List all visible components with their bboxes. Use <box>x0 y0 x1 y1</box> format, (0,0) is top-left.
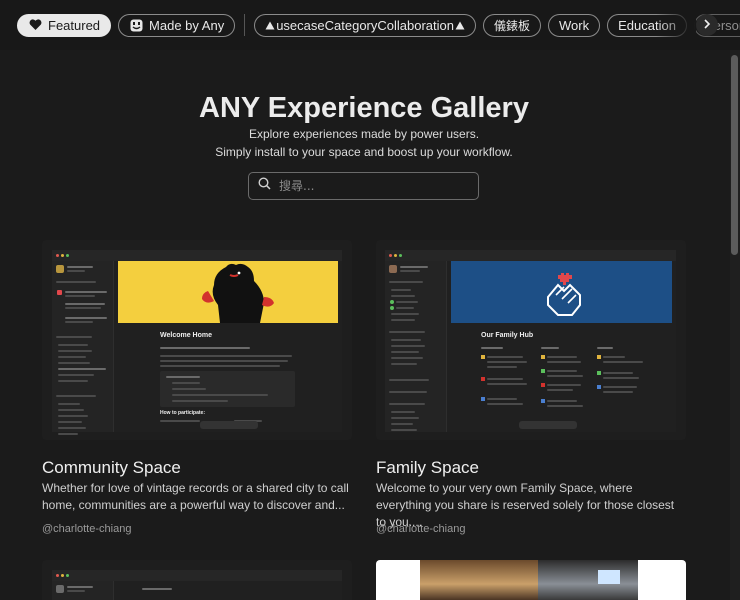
monitor-screen <box>598 570 620 584</box>
page-subtitle: Explore experiences made by power users. <box>248 127 480 141</box>
card-title[interactable]: Community Space <box>42 458 181 478</box>
preview-column <box>541 347 591 421</box>
filter-bar-fade <box>656 0 696 50</box>
room-photo <box>420 560 538 600</box>
card-thumbnail-family-space[interactable]: Our Family Hub <box>376 240 686 440</box>
preview-sidebar <box>52 261 114 435</box>
preview-window-bar <box>385 250 676 261</box>
preview-sidebar <box>52 581 114 600</box>
app-preview: Our Family Hub <box>385 250 676 432</box>
category-filter-bar: Featured Made by Any usecaseCategoryColl… <box>0 0 740 50</box>
filter-chip-label: 儀錶板 <box>493 18 530 33</box>
warning-icon <box>455 18 465 32</box>
chevron-right-icon <box>703 16 711 34</box>
bear-illustration <box>202 263 274 323</box>
preview-window-bar <box>52 570 342 581</box>
preview-cover-banner <box>451 261 672 323</box>
card-author[interactable]: @charlotte-chiang <box>376 523 465 535</box>
preview-subheading: How to participate: <box>160 410 206 416</box>
card-author[interactable]: @charlotte-chiang <box>42 523 131 535</box>
app-preview <box>52 570 342 600</box>
preview-column <box>481 347 531 421</box>
filter-chip-label: Featured <box>48 17 101 33</box>
filter-chip-featured[interactable]: Featured <box>17 13 112 37</box>
card-thumbnail-partial-photo[interactable] <box>376 560 686 600</box>
preview-toolbar <box>519 421 577 429</box>
filter-chip-collaboration[interactable]: usecaseCategoryCollaboration <box>254 13 476 37</box>
warning-icon <box>265 18 275 32</box>
any-logo-icon <box>129 18 143 32</box>
search-input[interactable] <box>279 179 459 193</box>
filter-chip-label: Made by Any <box>149 17 225 33</box>
card-thumbnail-partial[interactable] <box>42 560 352 600</box>
heart-icon <box>28 18 42 32</box>
app-preview: Welcome Home How to participate: <box>52 250 342 435</box>
page-subtitle-2: Simply install to your space and boost u… <box>215 145 513 159</box>
gallery-page: Featured Made by Any usecaseCategoryColl… <box>0 0 740 600</box>
pixel-hand-heart-illustration <box>547 273 581 316</box>
filter-chip-label: usecaseCategoryCollaboration <box>276 17 454 33</box>
preview-heading: Welcome Home <box>160 332 212 339</box>
preview-column <box>597 347 647 421</box>
search-box[interactable] <box>248 172 479 200</box>
filter-chip-made-by-any[interactable]: Made by Any <box>118 13 236 37</box>
filter-chip-label: Work <box>559 17 590 33</box>
page-title: ANY Experience Gallery <box>199 92 529 124</box>
page-scrollbar-thumb[interactable] <box>731 55 738 255</box>
search-icon <box>258 177 271 195</box>
filter-chip-work[interactable]: Work <box>548 13 601 37</box>
preview-toolbar <box>200 421 258 429</box>
filter-scroll-next-button[interactable] <box>696 14 718 36</box>
card-description: Whether for love of vintage records or a… <box>42 481 349 512</box>
card-thumbnail-community-space[interactable]: Welcome Home How to participate: <box>42 240 352 440</box>
desk-photo <box>538 560 638 600</box>
filter-divider <box>244 14 246 36</box>
preview-sidebar <box>385 261 447 432</box>
preview-cover-banner <box>118 261 338 323</box>
preview-window-bar <box>52 250 342 261</box>
filter-chip-dashboard[interactable]: 儀錶板 <box>482 13 541 37</box>
preview-heading: Our Family Hub <box>481 332 534 339</box>
card-title[interactable]: Family Space <box>376 458 479 478</box>
